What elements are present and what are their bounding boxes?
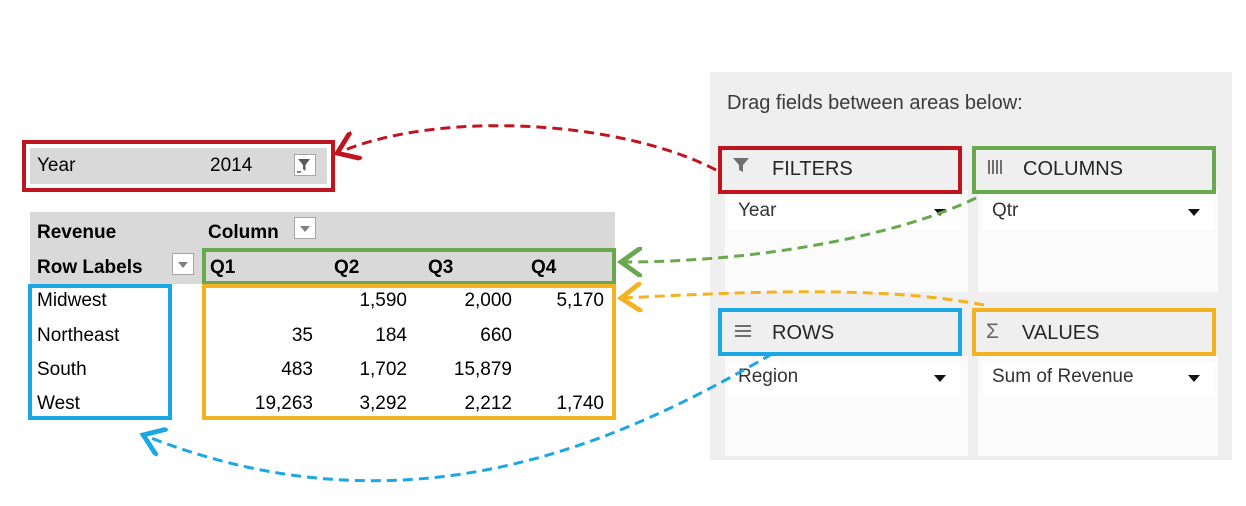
values-arrow	[624, 292, 985, 305]
filters-arrow	[340, 124, 717, 172]
columns-arrow	[624, 196, 977, 262]
rows-arrow	[146, 352, 773, 483]
connector-arrows	[0, 124, 985, 483]
